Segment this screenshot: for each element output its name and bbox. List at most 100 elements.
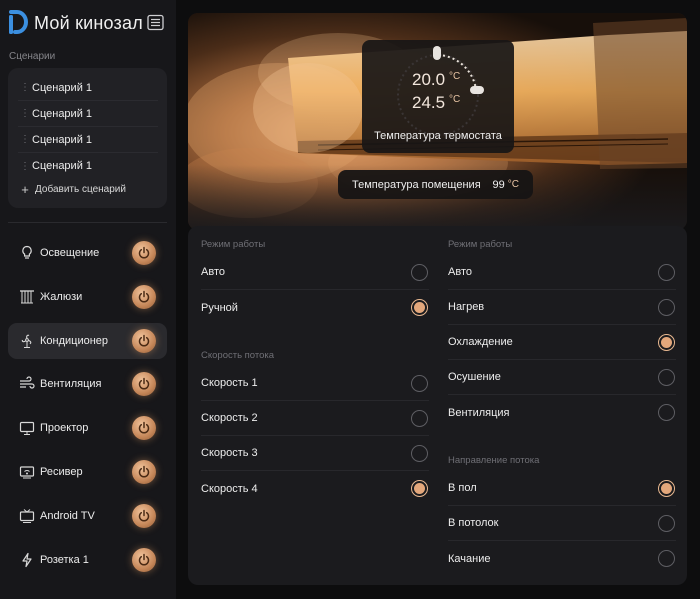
option-label: Скорость 2	[201, 412, 258, 424]
scenario-label: Сценарий 1	[32, 160, 93, 172]
temperature-unit: °C	[449, 94, 461, 105]
power-icon	[138, 465, 150, 478]
option-row[interactable]: В пол	[448, 471, 676, 506]
room-temperature-label: Температура помещения	[352, 178, 481, 191]
scenario-item[interactable]: ⋮ Сценарий 1	[18, 127, 158, 153]
drag-handle-icon[interactable]: ⋮	[18, 134, 32, 145]
fan-icon	[17, 331, 37, 351]
option-row[interactable]: Скорость 3	[201, 436, 429, 471]
radio-button[interactable]	[658, 550, 675, 567]
radio-button[interactable]	[411, 374, 428, 392]
power-icon	[138, 378, 150, 390]
radio-button[interactable]	[658, 263, 675, 281]
power-button[interactable]	[132, 503, 156, 528]
option-label: В пол	[448, 482, 477, 494]
device-item[interactable]: Розетка 1	[8, 542, 167, 578]
option-row[interactable]: Скорость 4	[201, 471, 429, 506]
radio-dot	[414, 483, 425, 494]
device-label: Освещение	[40, 247, 100, 259]
scenario-item[interactable]: ⋮ Сценарий 1	[18, 153, 158, 179]
power-icon	[138, 553, 150, 566]
option-label: Охлаждение	[448, 336, 513, 348]
power-icon	[138, 246, 150, 259]
device-label: Проектор	[40, 422, 89, 435]
radio-button[interactable]	[411, 480, 428, 497]
device-item[interactable]: Android TV	[8, 498, 167, 534]
temperature-unit: °C	[449, 71, 461, 82]
option-row[interactable]: Нагрев	[448, 290, 676, 325]
option-row[interactable]: Ручной	[201, 290, 429, 325]
option-label: Осушение	[448, 371, 501, 383]
radio-button[interactable]	[658, 479, 675, 497]
option-row[interactable]: Качание	[448, 541, 676, 576]
device-item[interactable]: Ресивер	[8, 454, 167, 490]
option-label: Скорость 3	[201, 447, 258, 459]
scenario-item[interactable]: ⋮ Сценарий 1	[18, 101, 158, 127]
option-group-title: Режим работы	[201, 239, 266, 250]
device-item[interactable]: Вентиляция	[8, 366, 167, 402]
power-button[interactable]	[132, 416, 156, 441]
room-temperature-value: 99	[492, 178, 505, 191]
power-icon	[138, 290, 150, 303]
thermostat-card[interactable]: 20.0 °C 24.5 °C Температура термостата	[362, 40, 514, 153]
device-item[interactable]: Кондиционер	[8, 322, 167, 359]
plus-icon: +	[21, 182, 29, 197]
radio-button[interactable]	[411, 409, 428, 427]
option-group-title: Направление потока	[448, 455, 540, 466]
brand: Мой кинозал	[8, 10, 143, 36]
option-label: Авто	[201, 266, 225, 278]
option-row[interactable]: Авто	[448, 255, 676, 290]
scenarios-title: Сценарии	[9, 51, 56, 62]
option-row[interactable]: Осушение	[448, 360, 676, 395]
power-button[interactable]	[132, 547, 156, 572]
add-scenario-button[interactable]: + Добавить сценарий	[18, 182, 126, 197]
radio-button[interactable]	[658, 514, 675, 532]
power-button[interactable]	[132, 328, 156, 353]
radio-dot	[661, 336, 672, 348]
thermostat-label: Температура термостата	[374, 130, 502, 142]
radio-button[interactable]	[411, 444, 428, 462]
radio-button[interactable]	[658, 298, 675, 316]
radio-button[interactable]	[658, 404, 675, 421]
scenario-item[interactable]: ⋮ Сценарий 1	[18, 75, 158, 101]
receiver-icon	[17, 462, 37, 482]
option-label: Качание	[448, 552, 491, 565]
room-temperature-card: Температура помещения 99 °C	[338, 170, 533, 199]
power-button[interactable]	[132, 460, 156, 484]
option-row[interactable]: Вентиляция	[448, 395, 676, 430]
option-label: Нагрев	[448, 301, 485, 313]
menu-icon[interactable]	[147, 14, 164, 31]
option-label: Скорость 4	[201, 482, 258, 495]
option-row[interactable]: Авто	[201, 255, 429, 290]
power-button[interactable]	[132, 241, 156, 265]
device-item[interactable]: Освещение	[8, 235, 167, 271]
device-label: Кондиционер	[40, 334, 109, 347]
radio-button[interactable]	[411, 263, 428, 281]
power-icon	[138, 421, 150, 434]
power-button[interactable]	[132, 284, 156, 309]
radio-dot	[414, 302, 425, 313]
option-row[interactable]: В потолок	[448, 506, 676, 541]
settings-panel: Режим работы Авто Ручной Скорость потока Ско…	[188, 226, 687, 585]
radio-button[interactable]	[658, 333, 675, 351]
divider	[8, 222, 167, 223]
option-row[interactable]: Охлаждение	[448, 325, 676, 360]
drag-handle-icon[interactable]: ⋮	[18, 108, 32, 119]
device-label: Android TV	[40, 509, 95, 522]
drag-handle-icon[interactable]: ⋮	[18, 161, 32, 172]
power-button[interactable]	[132, 372, 156, 397]
option-label: Ручной	[201, 301, 238, 314]
option-group-title: Режим работы	[448, 239, 513, 250]
device-label: Розетка 1	[40, 553, 89, 566]
radio-button[interactable]	[658, 368, 675, 386]
option-row[interactable]: Скорость 1	[201, 366, 429, 401]
device-label: Ресивер	[40, 466, 83, 478]
device-item[interactable]: Жалюзи	[8, 279, 167, 315]
sidebar: Мой кинозал Сценарии ⋮ Сценарий 1 ⋮ Сценар…	[0, 0, 176, 599]
option-label: Скорость 1	[201, 377, 258, 389]
app-root: Мой кинозал Сценарии ⋮ Сценарий 1 ⋮ Сценар…	[0, 0, 700, 599]
device-item[interactable]: Проектор	[8, 410, 167, 446]
drag-handle-icon[interactable]: ⋮	[18, 82, 32, 93]
radio-button[interactable]	[411, 299, 428, 316]
option-row[interactable]: Скорость 2	[201, 401, 429, 436]
